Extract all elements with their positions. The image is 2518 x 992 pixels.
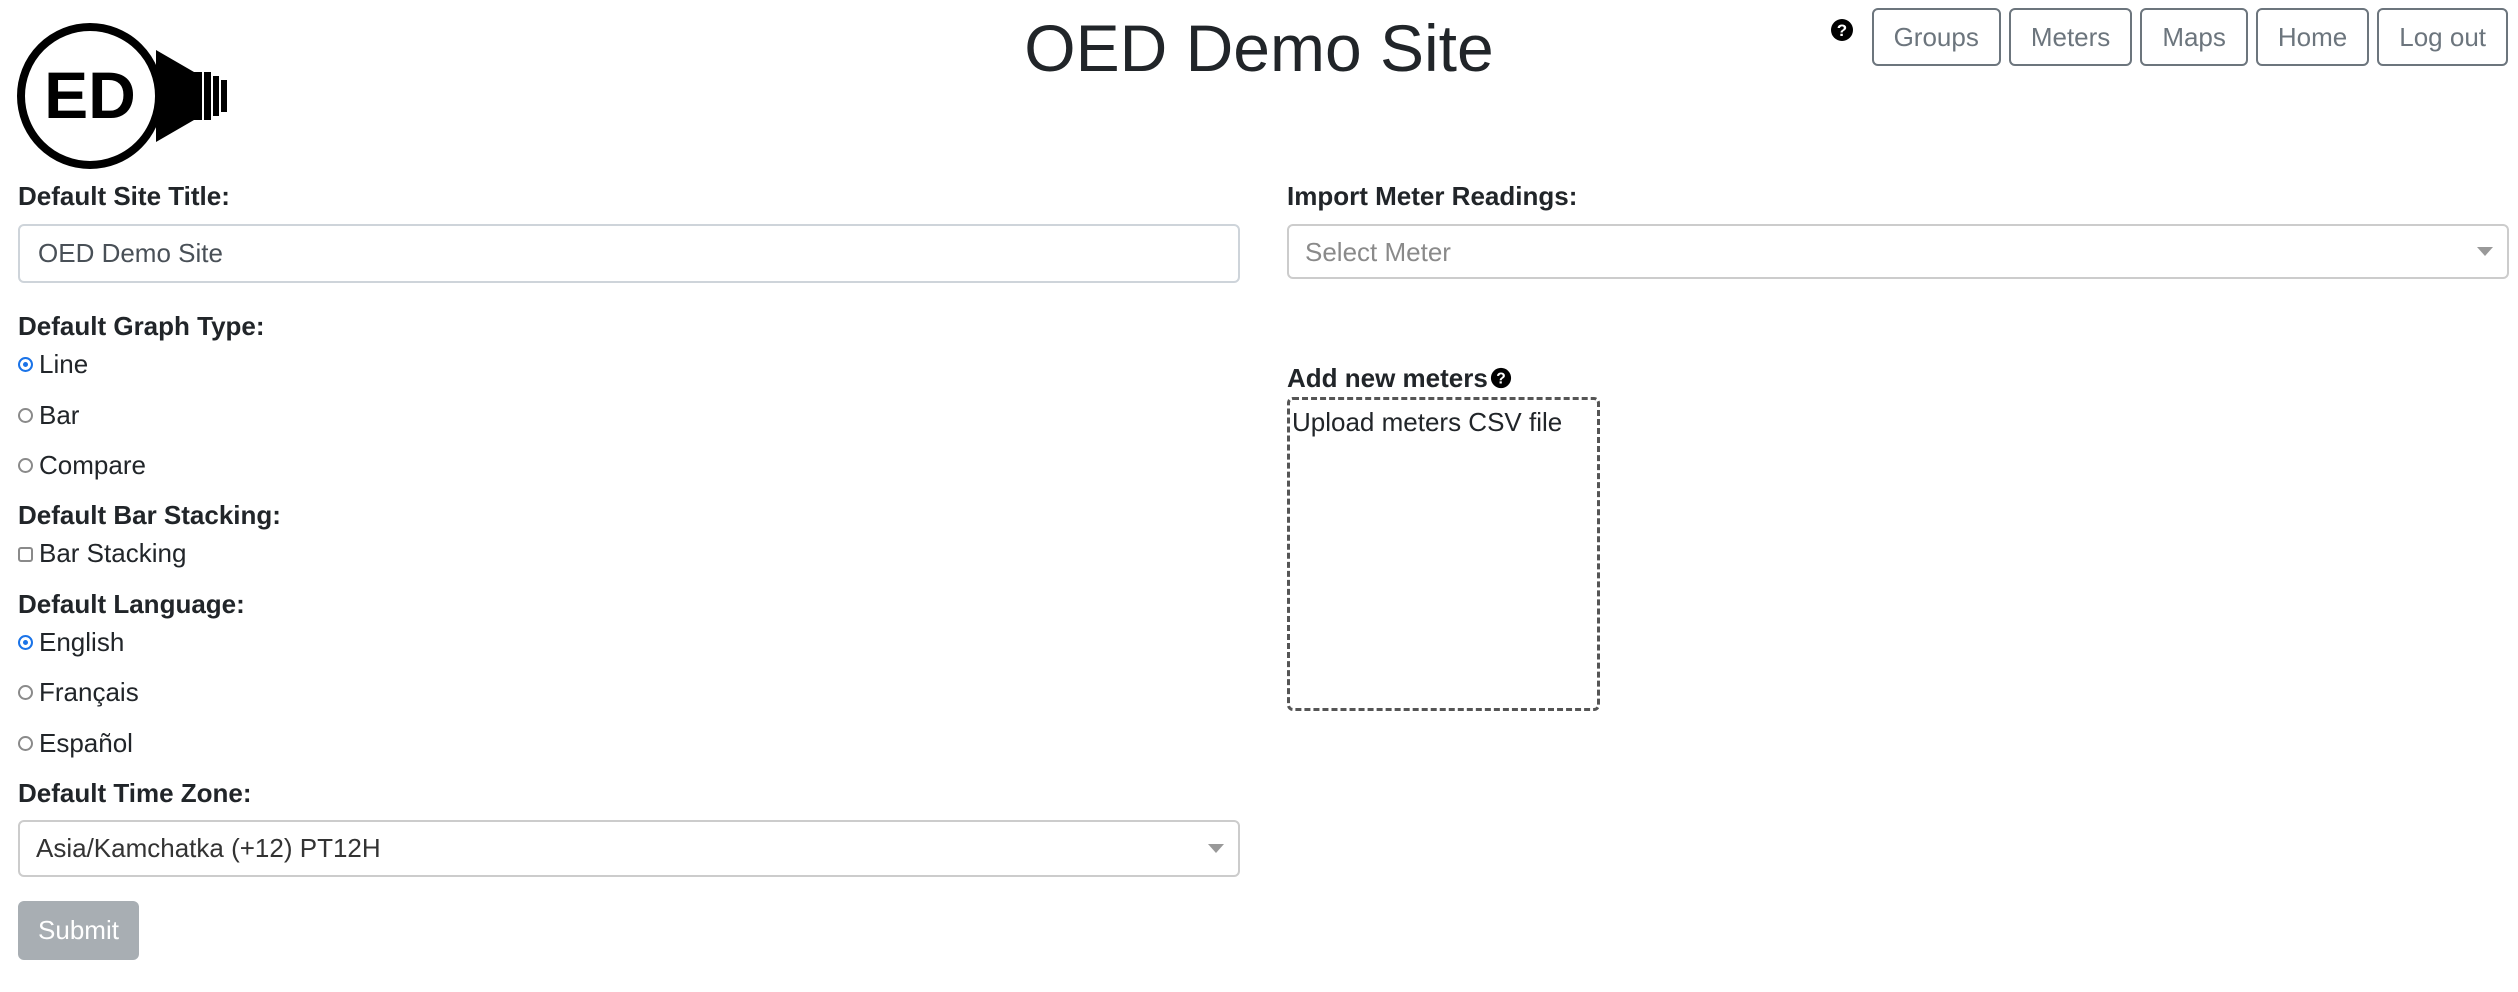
bar-stacking-label: Default Bar Stacking: [18, 500, 281, 530]
language-spanish-label: Español [39, 728, 133, 758]
chevron-down-icon [1208, 844, 1224, 853]
graph-type-line-label: Line [39, 349, 89, 379]
add-meters-heading: Add new meters ? [1287, 362, 1512, 394]
site-title-label: Default Site Title: [18, 181, 230, 211]
language-french-radio[interactable] [18, 684, 33, 700]
language-spanish-option[interactable]: Español [18, 727, 133, 759]
submit-button[interactable]: Submit [18, 901, 139, 960]
graph-type-bar-label: Bar [39, 400, 80, 430]
svg-text:?: ? [1836, 21, 1846, 40]
csv-dropzone[interactable]: Upload meters CSV file [1287, 397, 1600, 711]
groups-button[interactable]: Groups [1871, 8, 2001, 66]
help-icon[interactable]: ? [1490, 367, 1512, 389]
graph-type-line-radio[interactable] [18, 356, 33, 372]
graph-type-bar-option[interactable]: Bar [18, 399, 79, 431]
graph-type-bar-radio[interactable] [18, 407, 33, 423]
bar-stacking-option[interactable]: Bar Stacking [18, 537, 186, 569]
chevron-down-icon [2477, 247, 2493, 256]
language-english-label: English [39, 627, 125, 657]
dropzone-text: Upload meters CSV file [1292, 407, 1563, 437]
language-english-option[interactable]: English [18, 626, 124, 658]
page: ED OED Demo Site ? Groups Meters Maps Ho… [0, 0, 2518, 992]
time-zone-label: Default Time Zone: [18, 778, 252, 808]
language-spanish-radio[interactable] [18, 735, 33, 751]
home-button[interactable]: Home [2255, 8, 2370, 66]
svg-text:?: ? [1496, 371, 1506, 388]
language-label: Default Language: [18, 589, 245, 619]
time-zone-value: Asia/Kamchatka (+12) PT12H [36, 833, 381, 863]
bar-stacking-checkbox[interactable] [18, 547, 33, 562]
maps-button[interactable]: Maps [2140, 8, 2248, 66]
time-zone-select[interactable]: Asia/Kamchatka (+12) PT12H [18, 820, 1240, 877]
site-title-input[interactable] [18, 224, 1240, 283]
graph-type-compare-radio[interactable] [18, 457, 33, 473]
import-readings-label: Import Meter Readings: [1287, 181, 1578, 211]
meter-select[interactable]: Select Meter [1287, 224, 2509, 279]
top-nav: ? Groups Meters Maps Home Log out [1830, 8, 2508, 66]
help-icon[interactable]: ? [1830, 18, 1854, 42]
graph-type-line-option[interactable]: Line [18, 348, 88, 380]
language-french-option[interactable]: Français [18, 676, 139, 708]
language-french-label: Français [39, 677, 139, 707]
graph-type-label: Default Graph Type: [18, 311, 265, 341]
meters-button[interactable]: Meters [2008, 8, 2133, 66]
graph-type-compare-label: Compare [39, 450, 146, 480]
language-english-radio[interactable] [18, 634, 33, 650]
graph-type-compare-option[interactable]: Compare [18, 449, 146, 481]
bar-stacking-option-label: Bar Stacking [39, 538, 187, 568]
meter-select-placeholder: Select Meter [1305, 237, 1451, 267]
logout-button[interactable]: Log out [2377, 8, 2508, 66]
add-meters-label: Add new meters [1287, 363, 1488, 393]
